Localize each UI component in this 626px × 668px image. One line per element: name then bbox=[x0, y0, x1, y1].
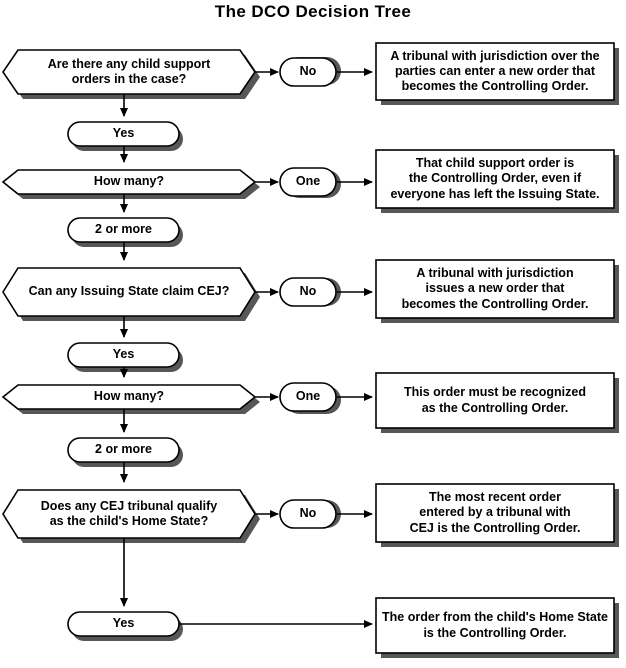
decision-hexagon-5[interactable] bbox=[2, 489, 256, 539]
branch-pill-yes-1[interactable] bbox=[67, 121, 180, 147]
decision-hexagon-4[interactable] bbox=[1, 384, 257, 410]
branch-pill-yes-3[interactable] bbox=[67, 611, 180, 637]
branch-pill-no-3[interactable] bbox=[279, 499, 337, 529]
branch-pill-one-2[interactable] bbox=[279, 382, 337, 412]
decision-hexagon-1[interactable] bbox=[2, 49, 256, 95]
decision-hexagon-3[interactable] bbox=[2, 267, 256, 317]
dco-decision-tree-flowchart: The DCO Decision Tree Are there any chil… bbox=[0, 0, 626, 668]
branch-pill-one-1[interactable] bbox=[279, 167, 337, 197]
result-box-5[interactable] bbox=[375, 483, 615, 543]
shape-layer bbox=[1, 42, 615, 654]
flowchart-canvas bbox=[1, 42, 619, 658]
branch-pill-no-1[interactable] bbox=[279, 57, 337, 87]
decision-hexagon-2[interactable] bbox=[1, 169, 257, 195]
branch-pill-yes-2[interactable] bbox=[67, 342, 180, 368]
branch-pill-two-or-more-1[interactable] bbox=[67, 217, 180, 243]
branch-pill-no-2[interactable] bbox=[279, 277, 337, 307]
result-box-2[interactable] bbox=[375, 149, 615, 209]
result-box-4[interactable] bbox=[375, 372, 615, 429]
result-box-1[interactable] bbox=[375, 42, 615, 101]
result-box-6[interactable] bbox=[375, 597, 615, 654]
result-box-3[interactable] bbox=[375, 259, 615, 319]
branch-pill-two-or-more-2[interactable] bbox=[67, 437, 180, 463]
